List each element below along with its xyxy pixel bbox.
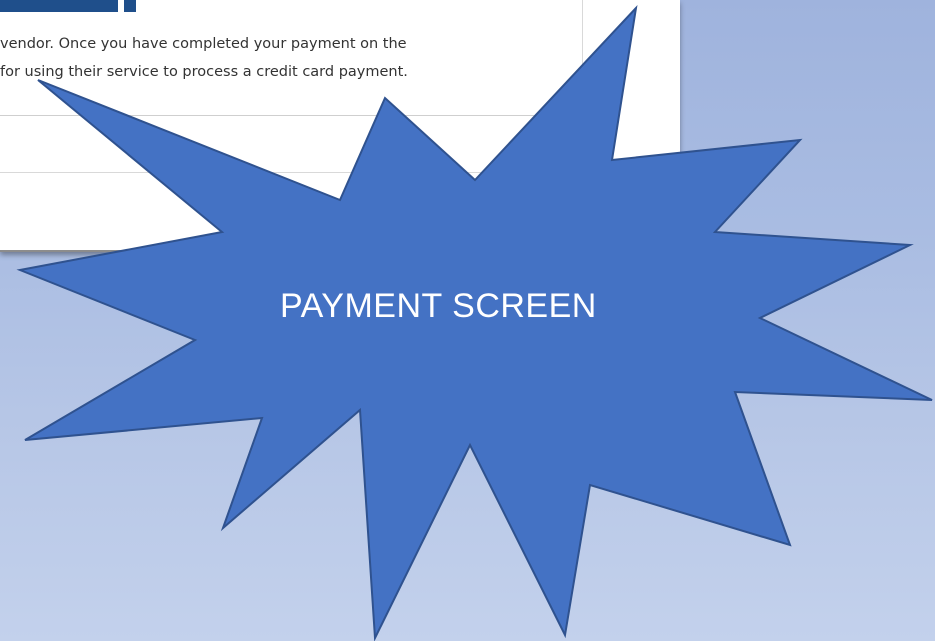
- starburst-label: PAYMENT SCREEN: [280, 287, 597, 325]
